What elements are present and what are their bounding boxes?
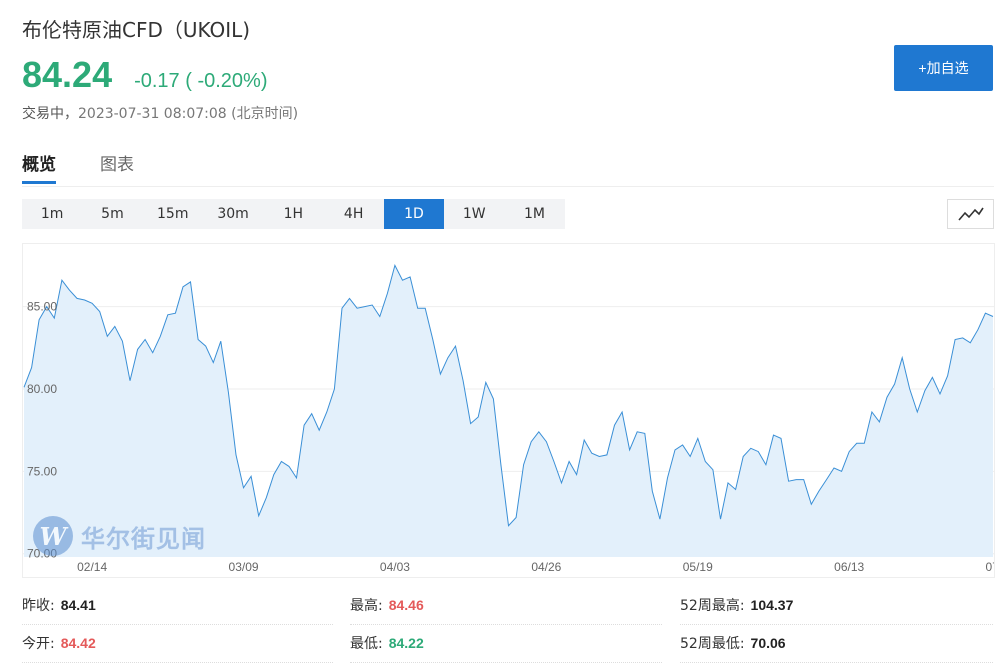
tab-bar: 概览 图表	[22, 150, 994, 187]
interval-1d[interactable]: 1D	[383, 199, 445, 229]
watermark: W 华尔街见闻	[33, 516, 206, 556]
interval-4h[interactable]: 4H	[323, 199, 383, 229]
interval-1mo[interactable]: 1M	[504, 199, 564, 229]
stat-label: 今开:	[22, 636, 55, 652]
interval-1h[interactable]: 1H	[263, 199, 323, 229]
tab-overview[interactable]: 概览	[22, 150, 56, 184]
instrument-title: 布伦特原油CFD（UKOIL)	[22, 18, 251, 42]
stat-label: 52周最低:	[680, 636, 745, 652]
price-row: 84.24 -0.17 ( -0.20%)	[22, 54, 267, 96]
stat-value: 104.37	[750, 597, 794, 613]
stat-high: 最高: 84.46	[350, 586, 662, 625]
price-change: -0.17 ( -0.20%)	[134, 70, 268, 92]
last-price: 84.24	[22, 54, 113, 95]
x-tick-label: 02/14	[77, 560, 107, 574]
price-chart[interactable]: 85.00 80.00 75.00 70.00 02/14 03/09 04/03 04/26…	[22, 243, 995, 578]
x-tick-label: 03/09	[229, 560, 259, 574]
stat-value: 84.42	[60, 635, 96, 651]
stat-value: 84.46	[388, 597, 424, 613]
stat-52w-low: 52周最低: 70.06	[680, 624, 993, 663]
stat-value: 84.41	[60, 597, 96, 613]
stat-label: 最高:	[350, 598, 383, 614]
x-tick-label: 04/03	[380, 560, 410, 574]
stat-52w-high: 52周最高: 104.37	[680, 586, 993, 625]
stat-low: 最低: 84.22	[350, 624, 662, 663]
interval-5m[interactable]: 5m	[82, 199, 142, 229]
stat-value: 70.06	[750, 635, 786, 651]
interval-15m[interactable]: 15m	[143, 199, 203, 229]
stat-label: 昨收:	[22, 598, 55, 614]
x-tick-label: 06/13	[834, 560, 864, 574]
line-chart-icon	[957, 207, 984, 221]
interval-30m[interactable]: 30m	[203, 199, 263, 229]
watermark-text: 华尔街见闻	[81, 523, 206, 553]
status-text: 交易中，	[22, 106, 78, 122]
add-watchlist-button[interactable]: +加自选	[894, 45, 993, 91]
x-tick-label: 04/26	[531, 560, 561, 574]
stat-value: 84.22	[388, 635, 424, 651]
y-tick-label: 85.00	[27, 300, 57, 314]
tab-chart[interactable]: 图表	[100, 150, 134, 184]
stat-open: 今开: 84.42	[22, 624, 333, 663]
y-tick-label: 80.00	[27, 382, 57, 396]
x-tick-label: 05/19	[683, 560, 713, 574]
price-area	[24, 265, 993, 557]
stat-label: 最低:	[350, 636, 383, 652]
interval-selector: 1m 5m 15m 30m 1H 4H 1D 1W 1M	[22, 199, 565, 229]
trading-status: 交易中，2023-07-31 08:07:08 (北京时间)	[22, 103, 298, 123]
y-tick-label: 75.00	[27, 464, 57, 478]
interval-1m[interactable]: 1m	[22, 199, 82, 229]
stat-label: 52周最高:	[680, 598, 745, 614]
stat-prev-close: 昨收: 84.41	[22, 586, 333, 625]
x-tick-label: 07/06	[986, 560, 994, 574]
interval-1w[interactable]: 1W	[444, 199, 504, 229]
chart-type-button[interactable]	[947, 199, 994, 229]
timestamp: 2023-07-31 08:07:08 (北京时间)	[78, 106, 299, 122]
watermark-logo: W	[33, 516, 73, 556]
